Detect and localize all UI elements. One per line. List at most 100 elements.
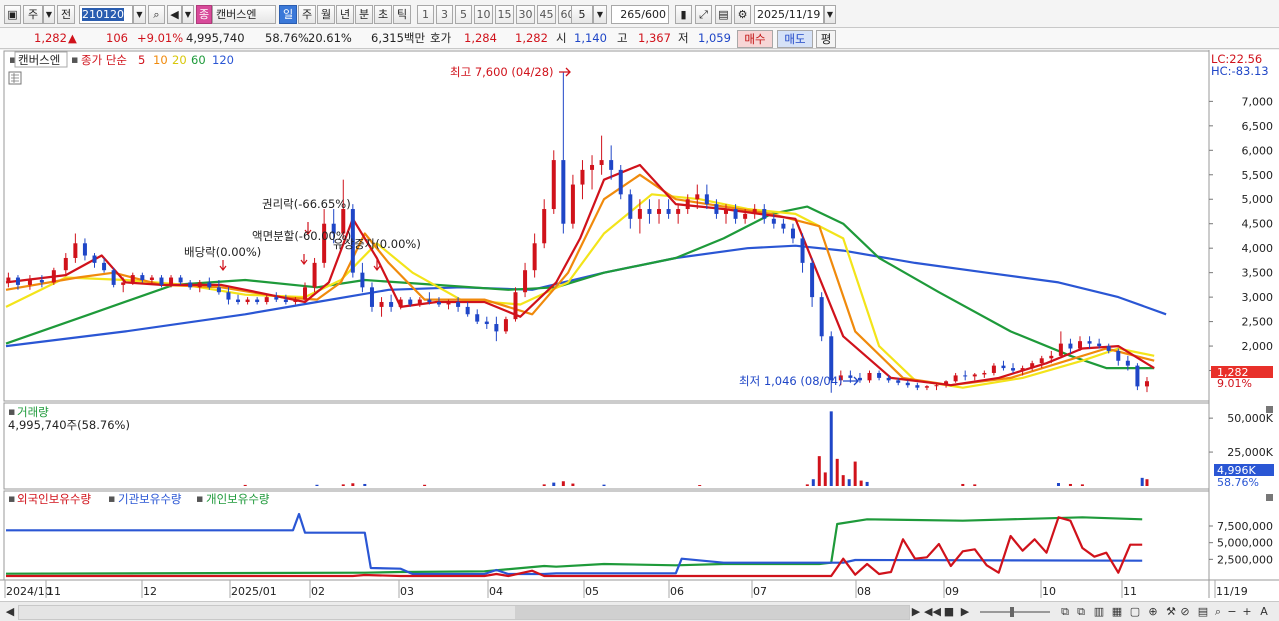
chevron-down-icon[interactable]: ▼: [43, 5, 55, 24]
ma60-line: [5, 205, 1155, 370]
volume-tick-label: 25,000K: [1227, 446, 1273, 459]
calendar-dropdown-icon[interactable]: ▼: [824, 5, 836, 24]
zoom-out-icon[interactable]: −: [1226, 604, 1238, 619]
volume-bar: [865, 481, 869, 486]
volume-bar: [363, 483, 367, 486]
candle-body: [982, 372, 987, 375]
interval-tab[interactable]: 10: [474, 5, 493, 24]
candle-body: [1087, 341, 1092, 344]
code-dropdown-icon[interactable]: ▼: [133, 5, 146, 24]
chevron-down-icon[interactable]: ▼: [182, 5, 194, 24]
tool-icon[interactable]: ⚒: [1164, 604, 1178, 619]
save-icon[interactable]: ▤: [715, 5, 732, 24]
interval-tab[interactable]: 30: [516, 5, 535, 24]
candle-body: [1106, 346, 1111, 351]
rewind-icon[interactable]: ◀◀: [924, 604, 941, 619]
scroll-track[interactable]: [18, 605, 910, 620]
holdings-lines: [5, 512, 1143, 578]
candle-body: [27, 279, 32, 285]
volume-title: 거래량: [17, 405, 49, 419]
candle-type-icon[interactable]: ▮: [675, 5, 692, 24]
candle-body: [513, 292, 518, 320]
interval-tab[interactable]: 15: [495, 5, 514, 24]
scroll-left-icon[interactable]: ◀: [4, 604, 16, 619]
candle-body: [130, 275, 135, 283]
interval-tab[interactable]: 5: [455, 5, 472, 24]
candle-body: [169, 277, 174, 285]
speaker-icon[interactable]: ◀: [167, 5, 182, 24]
scroll-thumb[interactable]: [515, 606, 909, 619]
prev-button[interactable]: 전: [57, 5, 75, 24]
stock-name[interactable]: 캔버스엔: [212, 5, 276, 24]
split-view-icon[interactable]: ⧉: [1074, 604, 1088, 619]
font-size-icon[interactable]: A: [1257, 604, 1271, 619]
sell-button[interactable]: 매도: [777, 30, 813, 48]
volume-bar: [602, 484, 606, 486]
interval-tab[interactable]: 45: [537, 5, 556, 24]
period-tab[interactable]: 주: [298, 5, 316, 24]
stock-code-input[interactable]: 210120: [79, 5, 133, 24]
candle-body: [102, 262, 107, 271]
price-change: 106: [106, 31, 128, 45]
volume-bar: [552, 482, 556, 486]
panel-icon[interactable]: ▥: [1092, 604, 1106, 619]
y-tick-label: 6,500: [1242, 120, 1274, 133]
scroll-right-icon[interactable]: ▶: [910, 604, 922, 619]
period-tab[interactable]: 월: [317, 5, 335, 24]
date-input[interactable]: 2025/11/19: [754, 5, 824, 24]
chart-area[interactable]: 7,000 6,500 6,000 5,500 5,000 4,500 4,000 3,500…: [0, 50, 1279, 602]
candle-body: [551, 160, 556, 210]
candle-body: [857, 377, 862, 381]
candle-body: [6, 277, 11, 283]
y-tick-label: 5,000: [1242, 193, 1274, 206]
x-tick-label: 11: [47, 585, 61, 598]
search-icon[interactable]: ⌕: [148, 5, 165, 24]
x-tick-label: 02: [311, 585, 325, 598]
crosshair-icon[interactable]: ⊕: [1146, 604, 1160, 619]
volume-bar: [829, 411, 833, 486]
zoom-slider[interactable]: [980, 607, 1050, 617]
stock-chart[interactable]: 7,000 6,500 6,000 5,500 5,000 4,500 4,000 3,500…: [0, 50, 1279, 602]
candle-body: [293, 299, 298, 303]
period-tab[interactable]: 틱: [393, 5, 411, 24]
gear-icon[interactable]: ⚙: [734, 5, 751, 24]
save-icon[interactable]: ▤: [1196, 604, 1210, 619]
candle-body: [781, 223, 786, 229]
chevron-down-icon[interactable]: ▼: [593, 5, 607, 24]
zoom-search-icon[interactable]: ⌕: [1212, 604, 1224, 619]
period-tab[interactable]: 일: [279, 5, 297, 24]
stop-icon[interactable]: ■: [942, 604, 956, 619]
window-icon[interactable]: ▢: [1128, 604, 1142, 619]
ma5-line: [5, 163, 1155, 387]
stock-badge: 종: [196, 5, 212, 24]
period-tab[interactable]: 분: [355, 5, 373, 24]
period-tab[interactable]: 초: [374, 5, 392, 24]
open-label: 시: [556, 31, 567, 45]
zoom-in-icon[interactable]: +: [1241, 604, 1253, 619]
chart-layout-icon[interactable]: ▣: [4, 5, 21, 24]
y-tick-labels: 7,000 6,500 6,000 5,500 5,000 4,500 4,000 3,500…: [1209, 95, 1274, 566]
interval-tab[interactable]: 3: [436, 5, 453, 24]
volume-bar: [561, 481, 565, 486]
x-tick-label: 08: [857, 585, 871, 598]
volume-bar: [341, 484, 345, 486]
panel-add-icon[interactable]: ▦: [1110, 604, 1124, 619]
erase-icon[interactable]: ⊘: [1178, 604, 1192, 619]
volume-panel-close-icon[interactable]: [1266, 406, 1273, 413]
play-icon[interactable]: ▶: [958, 604, 972, 619]
candle-body: [207, 282, 212, 288]
period-tab[interactable]: 년: [336, 5, 354, 24]
interval-tab[interactable]: 1: [417, 5, 434, 24]
buy-button[interactable]: 매수: [737, 30, 773, 48]
holdings-panel-close-icon[interactable]: [1266, 494, 1273, 501]
count-input[interactable]: 265/600: [611, 5, 669, 24]
candle-body: [695, 194, 700, 200]
high-price: 1,367: [638, 31, 671, 45]
interval-select[interactable]: 5: [571, 5, 593, 24]
layout-icon[interactable]: ⧉: [1058, 604, 1072, 619]
period-select[interactable]: 주: [23, 5, 43, 24]
draw-tool-icon[interactable]: ⤢: [695, 5, 712, 24]
candle-body: [92, 255, 97, 263]
zoom-slider-handle[interactable]: [1010, 607, 1014, 617]
average-button[interactable]: 평: [816, 30, 836, 48]
